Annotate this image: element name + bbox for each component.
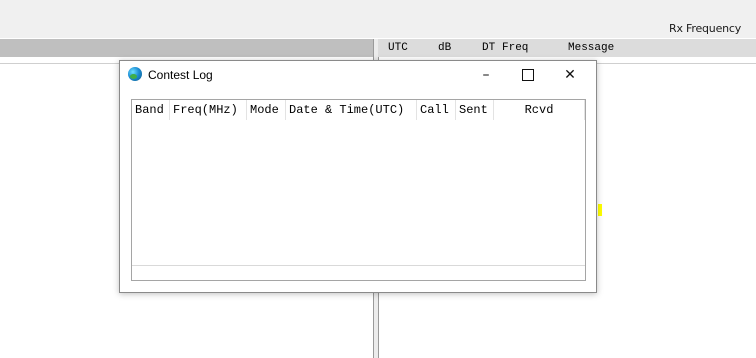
highlight-marker [598, 204, 602, 216]
close-icon: ✕ [564, 67, 576, 83]
column-rcvd[interactable]: Rcvd [494, 100, 585, 120]
contest-log-window: Contest Log – ✕ Band Freq(MHz) Mode Date… [119, 60, 597, 293]
column-dt[interactable]: DT [482, 42, 495, 54]
column-call[interactable]: Call [417, 100, 456, 120]
globe-icon [128, 67, 142, 81]
column-band[interactable]: Band [132, 100, 170, 120]
column-freq[interactable]: Freq [502, 42, 528, 54]
column-sent[interactable]: Sent [456, 100, 494, 120]
table-bottom-rule [132, 265, 585, 266]
rx-frequency-label: Rx Frequency [669, 22, 742, 35]
window-title: Contest Log [148, 68, 213, 82]
column-freq-mhz[interactable]: Freq(MHz) [170, 100, 247, 120]
column-db[interactable]: dB [438, 42, 451, 54]
contest-log-table[interactable]: Band Freq(MHz) Mode Date & Time(UTC) Cal… [131, 99, 586, 281]
band-activity-rule [0, 63, 120, 64]
column-utc[interactable]: UTC [388, 42, 408, 54]
minimize-icon: – [482, 67, 490, 83]
maximize-icon [522, 69, 534, 81]
close-button[interactable]: ✕ [552, 61, 588, 89]
minimize-button[interactable]: – [468, 61, 504, 89]
rx-frequency-header: UTC dB DT Freq Message [378, 39, 756, 57]
band-activity-header [0, 39, 373, 57]
column-mode[interactable]: Mode [247, 100, 286, 120]
column-message[interactable]: Message [568, 42, 614, 54]
maximize-button[interactable] [510, 61, 546, 89]
column-date-time[interactable]: Date & Time(UTC) [286, 100, 417, 120]
rx-frequency-rule [596, 63, 756, 64]
window-titlebar[interactable]: Contest Log – ✕ [120, 61, 596, 89]
top-toolbar-area [0, 0, 756, 38]
